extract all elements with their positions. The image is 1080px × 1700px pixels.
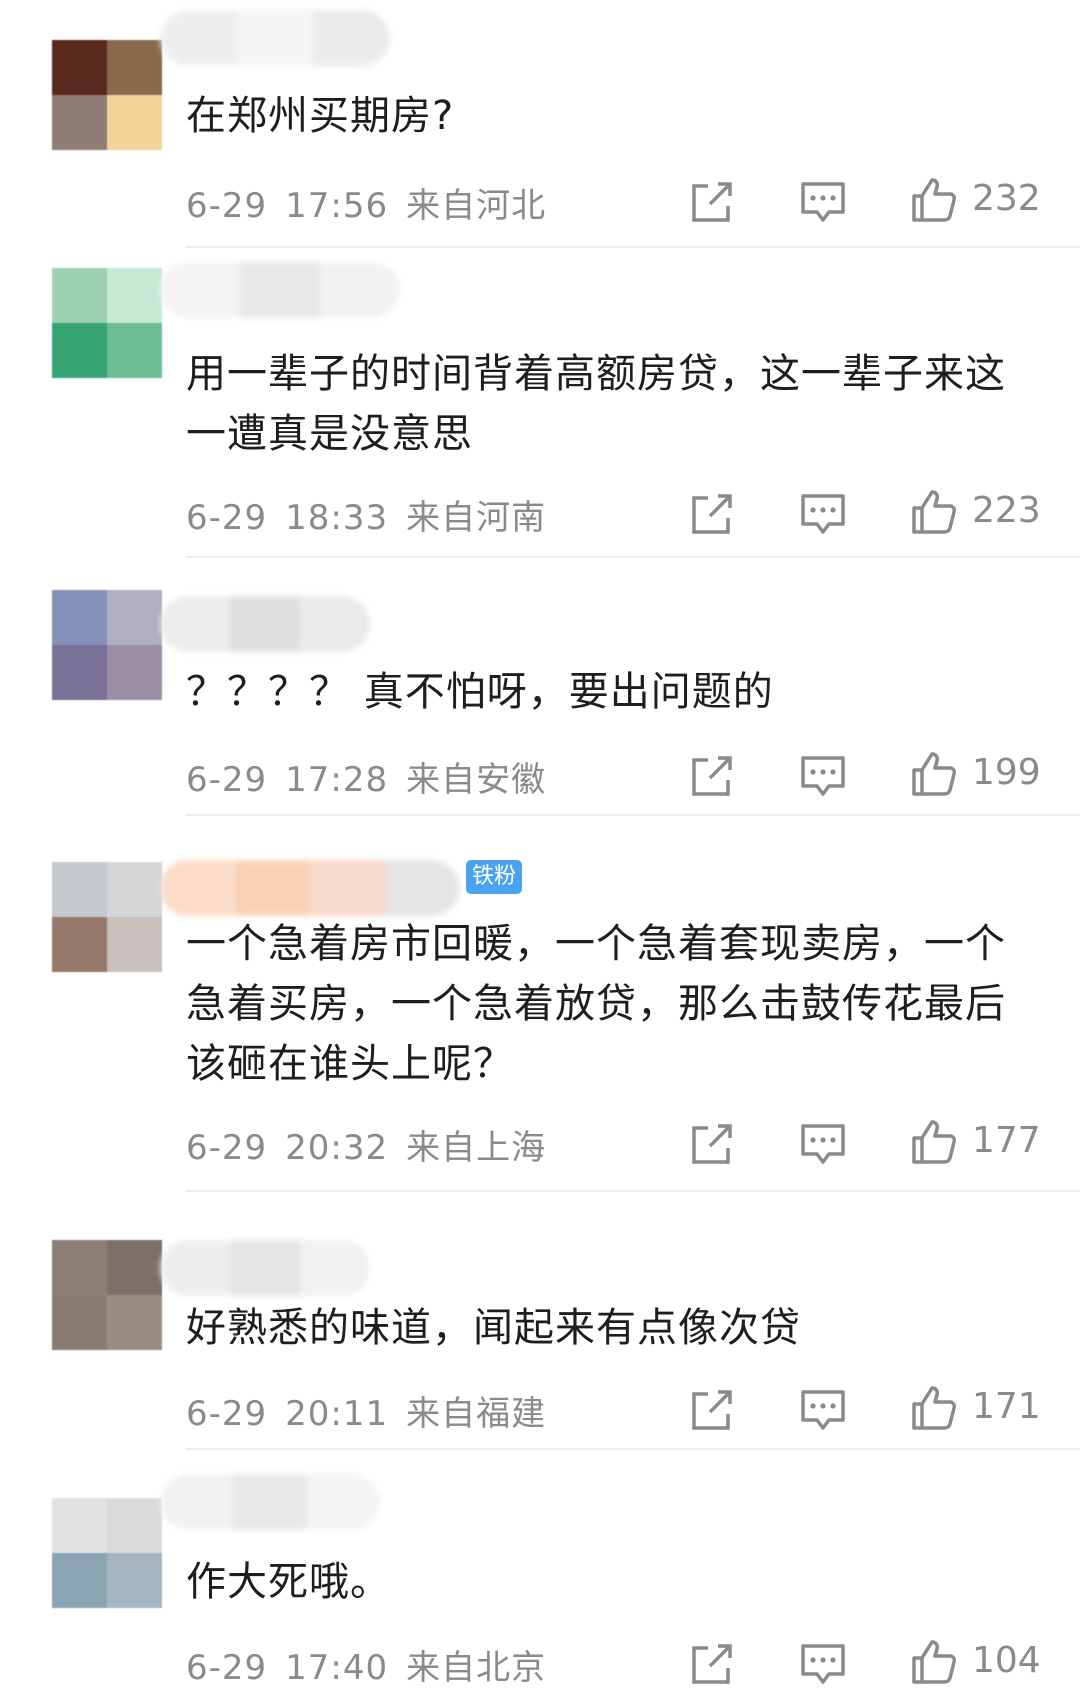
share-icon[interactable] bbox=[686, 1384, 738, 1436]
share-icon[interactable] bbox=[686, 1118, 738, 1170]
avatar[interactable] bbox=[52, 40, 162, 150]
share-icon[interactable] bbox=[686, 176, 738, 228]
comment-icon[interactable] bbox=[797, 1118, 849, 1170]
comment-meta: 6-29 17:28 来自安徽 bbox=[186, 752, 564, 801]
comment-icon[interactable] bbox=[797, 176, 849, 228]
comment-location: 来自上海 bbox=[406, 1128, 547, 1168]
comment-meta: 6-29 20:11 来自福建 bbox=[186, 1386, 564, 1435]
comment-location: 来自福建 bbox=[406, 1394, 547, 1434]
divider bbox=[186, 246, 1080, 248]
username-blurred[interactable] bbox=[160, 10, 390, 66]
comment-time: 18:33 bbox=[285, 498, 389, 538]
like-count: 199 bbox=[972, 752, 1041, 793]
comment-date: 6-29 bbox=[186, 498, 268, 538]
comment-date: 6-29 bbox=[186, 1648, 268, 1688]
avatar[interactable] bbox=[52, 1498, 162, 1608]
divider bbox=[186, 556, 1080, 558]
share-icon[interactable] bbox=[686, 1638, 738, 1690]
comment-date: 6-29 bbox=[186, 760, 268, 800]
comment-location: 来自北京 bbox=[406, 1648, 547, 1688]
comment-icon[interactable] bbox=[797, 750, 849, 802]
comment-icon[interactable] bbox=[797, 1638, 849, 1690]
thumbs-up-icon[interactable] bbox=[908, 1382, 960, 1434]
comment-item: 作大死哦。 6-29 17:40 来自北京 104 bbox=[0, 1452, 1080, 1700]
avatar[interactable] bbox=[52, 1240, 162, 1350]
comment-time: 17:28 bbox=[285, 760, 389, 800]
comment-time: 20:11 bbox=[285, 1394, 389, 1434]
comment-text: 作大死哦。 bbox=[186, 1559, 391, 1605]
fan-badge: 铁粉 bbox=[466, 860, 523, 894]
comment-date: 6-29 bbox=[186, 1128, 268, 1168]
username-blurred[interactable] bbox=[160, 262, 400, 318]
comment-text: 好熟悉的味道，闻起来有点像次贷 bbox=[186, 1305, 801, 1351]
like-count: 104 bbox=[972, 1640, 1041, 1681]
username-blurred[interactable] bbox=[160, 1240, 370, 1296]
comment-date: 6-29 bbox=[186, 186, 268, 226]
comment-text: ？？？？ 真不怕呀，要出问题的 bbox=[186, 669, 774, 715]
divider bbox=[186, 814, 1080, 816]
like-count: 223 bbox=[972, 490, 1041, 531]
share-icon[interactable] bbox=[686, 488, 738, 540]
comment-feed: 在郑州买期房? 6-29 17:56 来自河北 232 用一辈子的时间背着高额房贷，… bbox=[0, 0, 1080, 1700]
thumbs-up-icon[interactable] bbox=[908, 748, 960, 800]
comment-time: 20:32 bbox=[285, 1128, 389, 1168]
comment-item: ？？？？ 真不怕呀，要出问题的 6-29 17:28 来自安徽 199 bbox=[0, 560, 1080, 818]
comment-item: 在郑州买期房? 6-29 17:56 来自河北 232 bbox=[0, 0, 1080, 250]
thumbs-up-icon[interactable] bbox=[908, 1636, 960, 1688]
divider bbox=[186, 1190, 1080, 1192]
comment-date: 6-29 bbox=[186, 1394, 268, 1434]
username-blurred[interactable] bbox=[160, 596, 370, 652]
thumbs-up-icon[interactable] bbox=[908, 486, 960, 538]
like-count: 171 bbox=[972, 1386, 1041, 1427]
avatar[interactable] bbox=[52, 268, 162, 378]
comment-item: 好熟悉的味道，闻起来有点像次贷 6-29 20:11 来自福建 171 bbox=[0, 1194, 1080, 1452]
comment-meta: 6-29 18:33 来自河南 bbox=[186, 490, 564, 539]
username-blurred[interactable] bbox=[160, 860, 460, 916]
comment-icon[interactable] bbox=[797, 488, 849, 540]
comment-icon[interactable] bbox=[797, 1384, 849, 1436]
comment-item: 用一辈子的时间背着高额房贷，这一辈子来这一遭真是没意思 6-29 18:33 来自河… bbox=[0, 250, 1080, 560]
comment-location: 来自河南 bbox=[406, 498, 547, 538]
comment-location: 来自安徽 bbox=[406, 760, 547, 800]
comment-text: 在郑州买期房? bbox=[186, 93, 455, 139]
comment-location: 来自河北 bbox=[406, 186, 547, 226]
thumbs-up-icon[interactable] bbox=[908, 1116, 960, 1168]
comment-meta: 6-29 17:40 来自北京 bbox=[186, 1640, 564, 1689]
thumbs-up-icon[interactable] bbox=[908, 174, 960, 226]
comment-meta: 6-29 17:56 来自河北 bbox=[186, 178, 564, 227]
comment-meta: 6-29 20:32 来自上海 bbox=[186, 1120, 564, 1169]
share-icon[interactable] bbox=[686, 750, 738, 802]
username-blurred[interactable] bbox=[160, 1474, 380, 1530]
comment-time: 17:56 bbox=[285, 186, 389, 226]
like-count: 177 bbox=[972, 1120, 1041, 1161]
comment-time: 17:40 bbox=[285, 1648, 389, 1688]
comment-text: 用一辈子的时间背着高额房贷，这一辈子来这一遭真是没意思 bbox=[186, 351, 1006, 457]
avatar[interactable] bbox=[52, 862, 162, 972]
avatar[interactable] bbox=[52, 590, 162, 700]
comment-item: 铁粉 一个急着房市回暖，一个急着套现卖房，一个急着买房，一个急着放贷，那么击鼓传… bbox=[0, 818, 1080, 1194]
like-count: 232 bbox=[972, 178, 1041, 219]
comment-text: 一个急着房市回暖，一个急着套现卖房，一个急着买房，一个急着放贷，那么击鼓传花最后… bbox=[186, 921, 1006, 1087]
divider bbox=[186, 1448, 1080, 1450]
